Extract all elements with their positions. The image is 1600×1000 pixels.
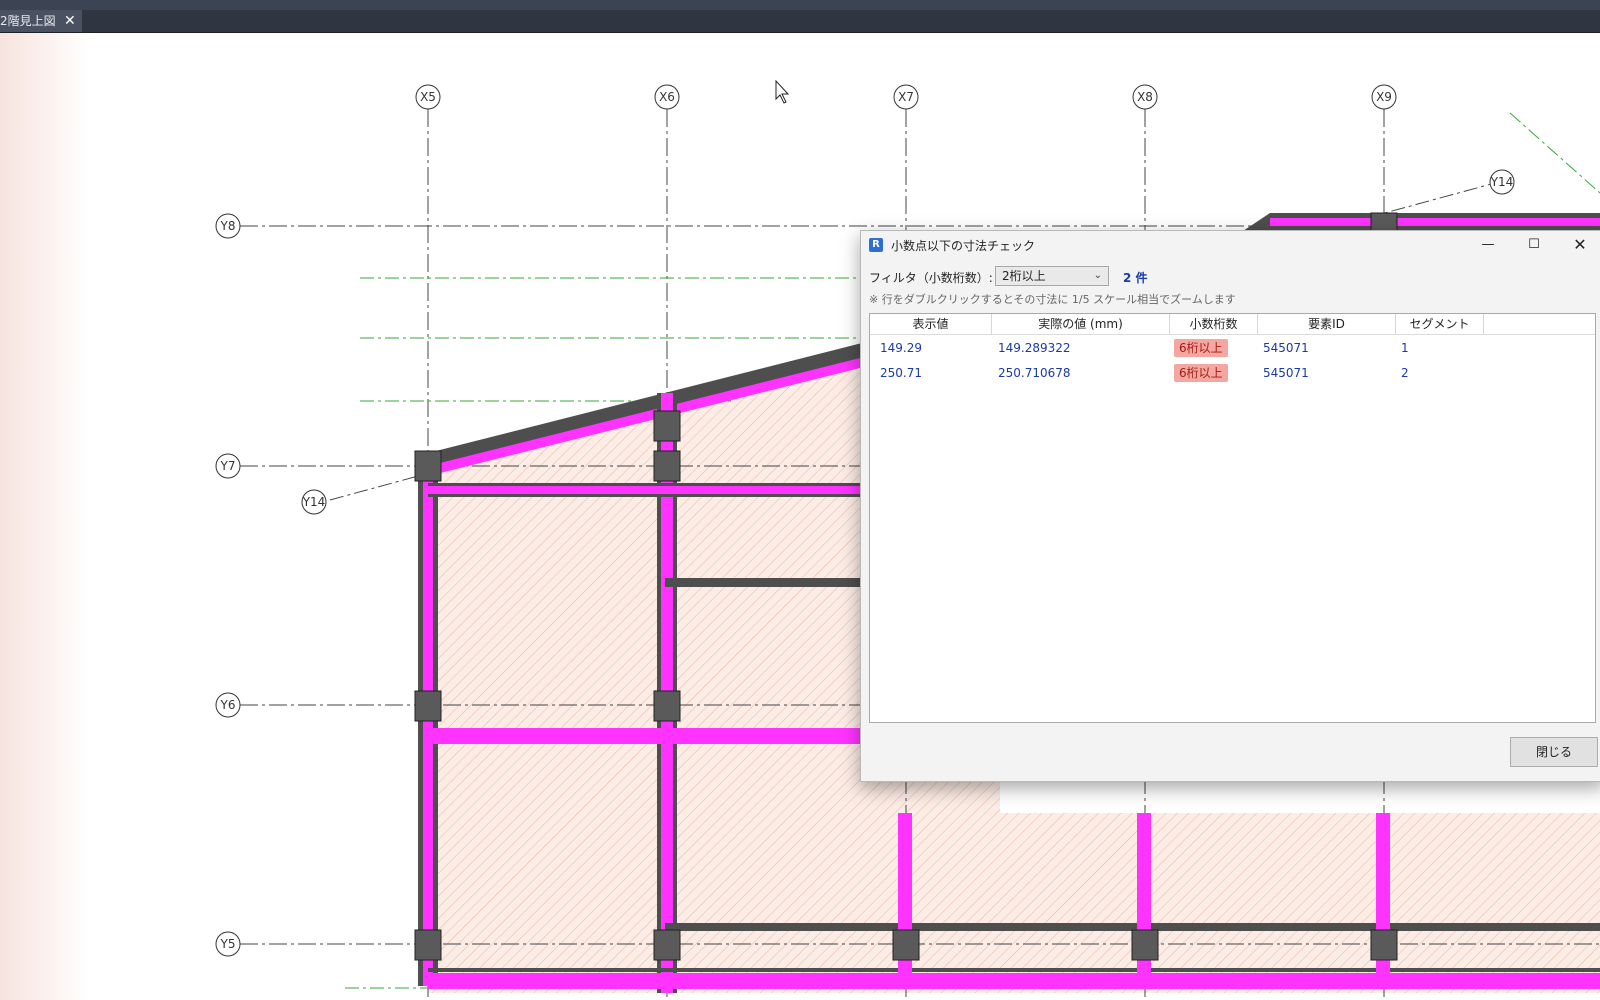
slab-hatch-bottom: [880, 813, 1600, 993]
table-row[interactable]: 250.71 250.710678 6桁以上 545071 2: [870, 361, 1595, 386]
grid-label-y7: Y7: [220, 459, 236, 473]
mouse-cursor-icon: [775, 79, 790, 104]
chevron-down-icon: ⌄: [1093, 270, 1102, 281]
column-header-actual[interactable]: 実際の値 (mm): [992, 314, 1170, 334]
cell-segment: 2: [1401, 366, 1409, 380]
maximize-button[interactable]: ☐: [1511, 231, 1557, 261]
revit-app-icon: R: [869, 238, 883, 252]
cell-actual: 149.289322: [998, 341, 1071, 355]
usage-note: ※ 行をダブルクリックするとその寸法に 1/5 スケール相当でズームします: [869, 293, 1236, 306]
result-count: 2 件: [1123, 271, 1148, 285]
close-icon[interactable]: ✕: [64, 10, 76, 32]
cell-element-id: 545071: [1263, 341, 1309, 355]
grid-label-y14-right: Y14: [1490, 175, 1514, 189]
digits-badge: 6桁以上: [1174, 364, 1228, 382]
column-header-segment[interactable]: セグメント: [1396, 314, 1484, 334]
column-header-element-id[interactable]: 要素ID: [1258, 314, 1396, 334]
app-top-bar: [0, 0, 1600, 10]
column-header-display[interactable]: 表示値: [870, 314, 992, 334]
dimension-check-dialog: R 小数点以下の寸法チェック — ☐ ✕ フィルタ（小数桁数）: 2桁以上 ⌄ …: [860, 230, 1600, 782]
filter-dropdown[interactable]: 2桁以上 ⌄: [995, 266, 1109, 286]
column-header-digits[interactable]: 小数桁数: [1170, 314, 1258, 334]
close-window-button[interactable]: ✕: [1557, 231, 1600, 261]
view-tab[interactable]: 2階見上図 ✕: [0, 10, 82, 32]
grid-label-x7: X7: [898, 90, 914, 104]
cell-display: 149.29: [880, 341, 922, 355]
grid-label-x8: X8: [1137, 90, 1153, 104]
close-button[interactable]: 閉じる: [1510, 737, 1598, 767]
table-header: 表示値 実際の値 (mm) 小数桁数 要素ID セグメント: [870, 314, 1595, 335]
cell-element-id: 545071: [1263, 366, 1309, 380]
filter-dropdown-value: 2桁以上: [1002, 269, 1046, 283]
table-row[interactable]: 149.29 149.289322 6桁以上 545071 1: [870, 336, 1595, 361]
dialog-title-bar[interactable]: R 小数点以下の寸法チェック — ☐ ✕: [861, 231, 1600, 261]
grid-label-x9: X9: [1376, 90, 1392, 104]
view-tab-strip: 2階見上図 ✕: [0, 10, 1600, 33]
grid-label-y6: Y6: [220, 698, 236, 712]
grid-label-x6: X6: [659, 90, 675, 104]
minimize-button[interactable]: —: [1465, 231, 1511, 261]
grid-label-y5: Y5: [220, 937, 236, 951]
grid-label-x5: X5: [420, 90, 436, 104]
cell-actual: 250.710678: [998, 366, 1071, 380]
dialog-title: 小数点以下の寸法チェック: [891, 239, 1036, 253]
grid-label-y8: Y8: [220, 219, 236, 233]
results-table: 表示値 実際の値 (mm) 小数桁数 要素ID セグメント 149.29 149…: [869, 313, 1596, 723]
cell-segment: 1: [1401, 341, 1409, 355]
cell-display: 250.71: [880, 366, 922, 380]
view-tab-label: 2階見上図: [0, 14, 56, 28]
grid-label-y14-left: Y14: [302, 495, 326, 509]
digits-badge: 6桁以上: [1174, 339, 1228, 357]
filter-label: フィルタ（小数桁数）:: [869, 271, 993, 285]
